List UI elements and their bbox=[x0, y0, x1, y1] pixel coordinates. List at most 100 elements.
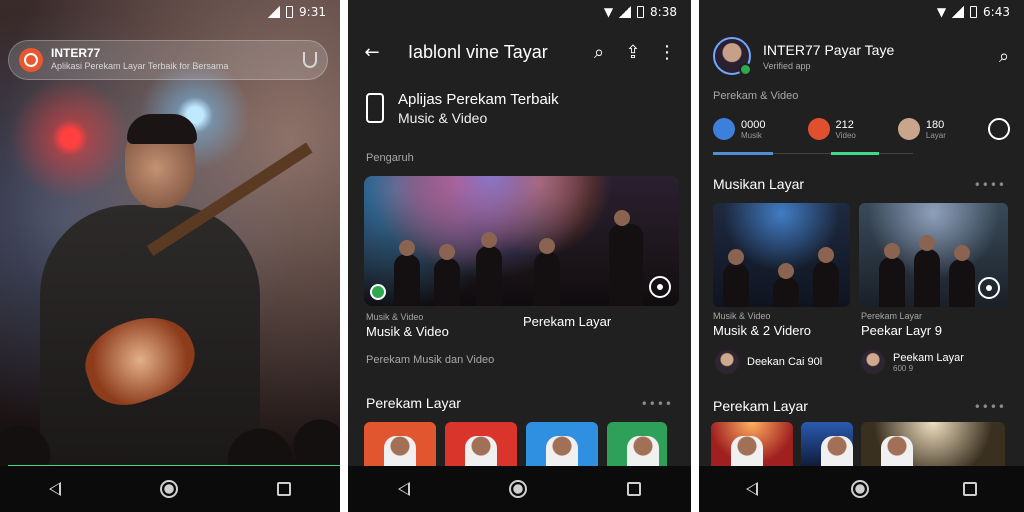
thumbnail[interactable] bbox=[364, 422, 436, 466]
band-member bbox=[534, 238, 560, 306]
tab-indicator-secondary bbox=[831, 152, 879, 155]
band-member bbox=[434, 244, 460, 306]
section-title: Musikan Layar bbox=[713, 176, 805, 192]
stat-item[interactable]: 0000 Musik bbox=[713, 118, 765, 140]
search-icon[interactable]: ⌕ bbox=[589, 42, 609, 63]
artist-item[interactable]: Peekam Layar 600 9 bbox=[861, 350, 964, 374]
thumbnail[interactable] bbox=[445, 422, 517, 466]
toolbar-title: Iablonl vine Tayar bbox=[408, 41, 548, 62]
status-time: 9:31 bbox=[299, 5, 326, 19]
promo-banner[interactable]: Aplijas Perekam Terbaik Music & Video bbox=[366, 86, 673, 130]
music-note-icon bbox=[713, 118, 735, 140]
band-card-image[interactable] bbox=[859, 203, 1008, 307]
artist-sub: 600 9 bbox=[893, 363, 914, 373]
more-dots-icon[interactable]: •••• bbox=[641, 397, 673, 411]
live-badge-icon bbox=[370, 284, 386, 300]
thumbnail[interactable] bbox=[861, 422, 1005, 466]
meta-line: Perekam Musik dan Video bbox=[366, 354, 495, 366]
caption-small: Musik & Video bbox=[713, 311, 771, 321]
stat-item[interactable]: 180 Layar bbox=[897, 118, 946, 140]
crowd-silhouette bbox=[0, 396, 340, 466]
battery-icon bbox=[286, 6, 294, 18]
search-subtitle: Aplikasi Perekam Layar Terbaik for Bersa… bbox=[51, 61, 229, 71]
performer-hair bbox=[127, 114, 197, 144]
signal-icon bbox=[619, 6, 632, 18]
video-icon bbox=[807, 118, 830, 140]
artist-name: Peekam Layar bbox=[893, 351, 964, 364]
nav-home-icon[interactable] bbox=[159, 480, 178, 498]
stat-number: 180 bbox=[925, 118, 945, 131]
stat-number: 212 bbox=[835, 118, 854, 131]
nav-recent-icon[interactable] bbox=[627, 482, 642, 496]
caption-left[interactable]: Musik & Video Musik & Video bbox=[366, 312, 449, 339]
profile-title: INTER77 Payar Taye bbox=[763, 41, 895, 58]
card-caption[interactable]: Musik & Video Musik & 2 Videro bbox=[713, 311, 811, 338]
signal-icon bbox=[268, 6, 281, 18]
stat-label: Musik bbox=[741, 130, 762, 140]
app-toolbar: ← Iablonl vine Tayar ⌕ ⇪ ⋮ bbox=[348, 32, 691, 72]
nav-home-icon[interactable] bbox=[509, 480, 528, 498]
phone-icon bbox=[366, 93, 384, 123]
player-screen: 9:31 INTER77 Aplikasi Perekam Layar Terb… bbox=[0, 0, 340, 512]
nav-bar bbox=[348, 466, 691, 512]
stat-number: 0000 bbox=[741, 118, 766, 131]
card-caption[interactable]: Perekam Layar Peekar Layr 9 bbox=[861, 311, 942, 338]
nav-recent-icon[interactable] bbox=[963, 482, 978, 496]
view-icon[interactable] bbox=[978, 277, 1000, 299]
nav-home-icon[interactable] bbox=[851, 480, 870, 498]
search-bar[interactable]: INTER77 Aplikasi Perekam Layar Terbaik f… bbox=[8, 40, 328, 80]
search-icon[interactable]: ⌕ bbox=[994, 46, 1014, 67]
nav-back-icon[interactable] bbox=[49, 482, 62, 496]
avatar[interactable] bbox=[713, 37, 752, 76]
caption-title: Musik & Video bbox=[366, 324, 449, 339]
artist-item[interactable]: Deekan Cai 90l bbox=[715, 350, 822, 374]
view-icon[interactable] bbox=[649, 276, 671, 298]
more-dots-icon[interactable]: •••• bbox=[974, 178, 1006, 192]
status-time: 6:43 bbox=[983, 5, 1010, 19]
drummer bbox=[773, 263, 799, 307]
featured-label: Pengaruh bbox=[366, 152, 414, 164]
battery-icon bbox=[970, 6, 978, 18]
band-member bbox=[394, 240, 420, 306]
nav-back-icon[interactable] bbox=[397, 482, 410, 496]
status-bar: ▼ 6:43 bbox=[699, 0, 1024, 24]
more-vert-icon[interactable]: ⋮ bbox=[657, 42, 677, 63]
featured-captions: Musik & Video Musik & Video Perekam Laya… bbox=[366, 312, 673, 339]
app-screen: ▼ 8:38 ← Iablonl vine Tayar ⌕ ⇪ ⋮ Aplija… bbox=[348, 0, 691, 512]
thumbnail-row bbox=[364, 422, 667, 466]
thumbnail[interactable] bbox=[711, 422, 793, 466]
refresh-icon[interactable] bbox=[987, 118, 1010, 140]
mic-icon[interactable] bbox=[303, 52, 317, 68]
guitarist bbox=[609, 210, 643, 306]
verified-icon bbox=[739, 63, 752, 76]
nav-back-icon[interactable] bbox=[745, 482, 758, 496]
section-title: Perekam Layar bbox=[366, 395, 461, 411]
caption-right[interactable]: Perekam Layar bbox=[523, 312, 673, 339]
thumbnail[interactable] bbox=[607, 422, 667, 466]
wifi-icon: ▼ bbox=[936, 5, 947, 19]
band-member bbox=[949, 245, 975, 307]
thumbnail-row bbox=[711, 422, 1005, 466]
thumbnail[interactable] bbox=[526, 422, 598, 466]
featured-band-image[interactable] bbox=[364, 176, 679, 306]
artist-name: Deekan Cai 90l bbox=[747, 356, 823, 368]
stage-card-image[interactable] bbox=[713, 203, 850, 307]
tab-indicator bbox=[713, 152, 773, 155]
promo-text: Aplijas Perekam Terbaik Music & Video bbox=[398, 91, 559, 126]
thumbnail[interactable] bbox=[801, 422, 853, 466]
profile-subtitle: Verified app bbox=[763, 60, 811, 71]
band-member bbox=[879, 243, 905, 307]
caption-small: Perekam Layar bbox=[861, 311, 923, 321]
promo-title: Aplijas Perekam Terbaik bbox=[398, 90, 559, 108]
caption-small: Musik & Video bbox=[366, 312, 424, 322]
stat-item[interactable]: 212 Video bbox=[807, 118, 856, 140]
back-arrow-icon[interactable]: ← bbox=[362, 42, 382, 63]
more-dots-icon[interactable]: •••• bbox=[974, 400, 1006, 414]
share-icon[interactable]: ⇪ bbox=[623, 42, 643, 63]
stat-label: Video bbox=[835, 130, 856, 140]
artist-avatar bbox=[861, 350, 885, 374]
battery-icon bbox=[637, 6, 645, 18]
nav-bar bbox=[0, 466, 340, 512]
guitarist bbox=[914, 235, 940, 307]
nav-recent-icon[interactable] bbox=[276, 482, 291, 496]
